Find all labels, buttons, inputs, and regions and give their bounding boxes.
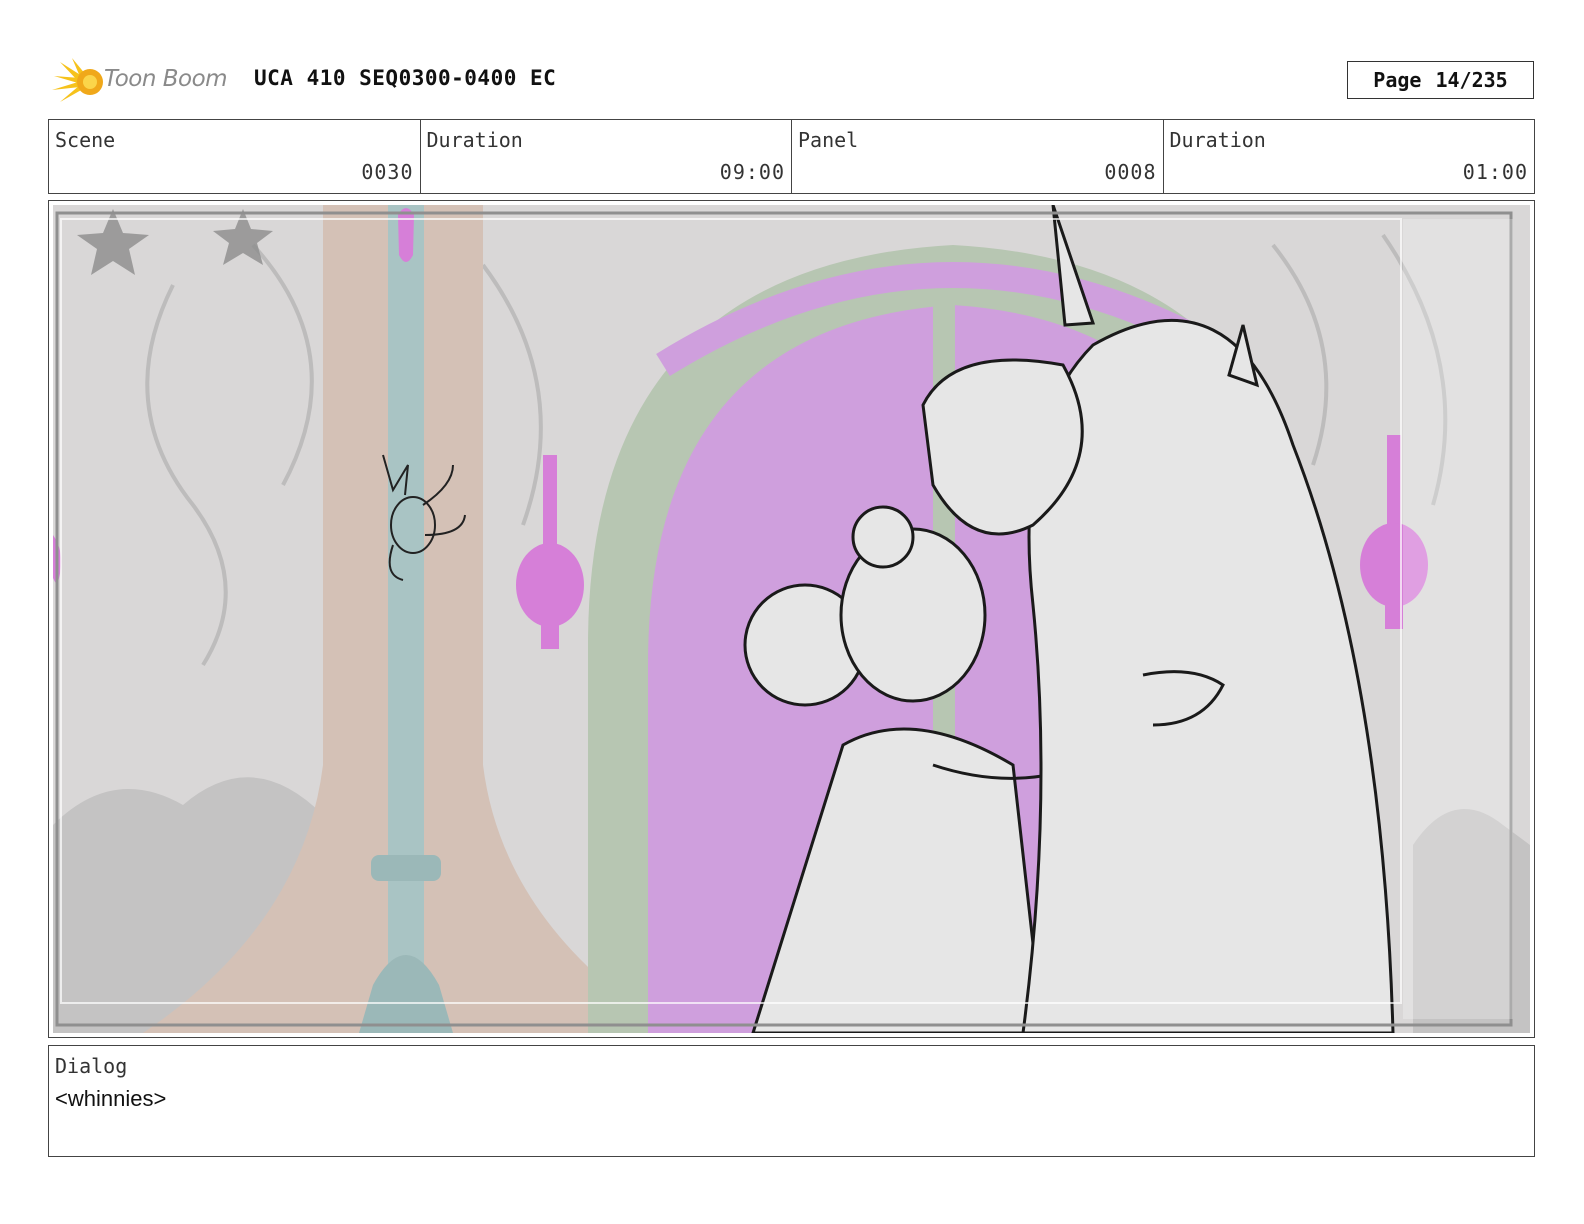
pillar	[388, 205, 424, 1005]
page-number: 14/235	[1435, 68, 1508, 92]
scene-duration-label: Duration	[426, 128, 523, 152]
dialog-text: <whinnies>	[55, 1086, 167, 1111]
scene-duration-cell: Duration 09:00	[421, 120, 792, 193]
panel-duration-cell: Duration 01:00	[1164, 120, 1535, 193]
document-title: UCA 410 SEQ0300-0400 EC	[254, 66, 557, 90]
scene-value: 0030	[361, 160, 414, 184]
page-label: Page	[1373, 68, 1422, 92]
panel-value: 0008	[1104, 160, 1157, 184]
overscan-shade	[1403, 219, 1513, 1019]
panel-duration-value: 01:00	[1462, 160, 1528, 184]
storyboard-drawing	[53, 205, 1530, 1033]
panel-label: Panel	[798, 128, 859, 152]
dialog-label: Dialog	[55, 1054, 128, 1078]
pillar-ring	[371, 855, 441, 881]
panel-cell: Panel 0008	[792, 120, 1164, 193]
panel-duration-label: Duration	[1169, 128, 1266, 152]
page-indicator: Page 14/235	[1347, 61, 1534, 99]
toon-boom-logo: Toon Boom	[50, 56, 240, 108]
starburst-icon	[52, 58, 103, 102]
scene-label: Scene	[55, 128, 116, 152]
scene-duration-value: 09:00	[719, 160, 785, 184]
logo-wordmark: Toon Boom	[104, 66, 228, 92]
info-row: Scene 0030 Duration 09:00 Panel 0008 Dur…	[48, 119, 1535, 194]
pillar-ornament	[398, 208, 414, 262]
dialog-box: Dialog <whinnies>	[48, 1045, 1535, 1157]
scene-cell: Scene 0030	[49, 120, 421, 193]
storyboard-panel	[48, 200, 1535, 1038]
